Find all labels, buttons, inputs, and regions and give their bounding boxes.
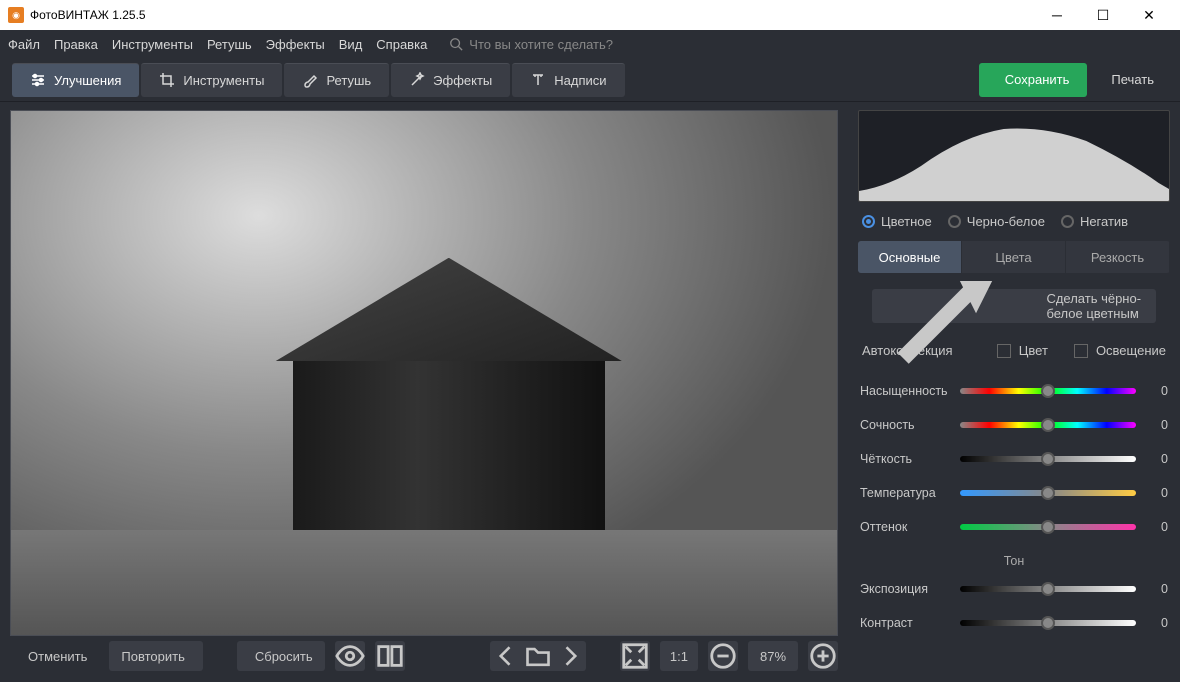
slider-exposure[interactable]: Экспозиция 0 [858,574,1170,604]
color-mode-radios: Цветное Черно-белое Негатив [858,202,1170,241]
subtab-sharpness[interactable]: Резкость [1066,241,1170,273]
window-title: ФотоВИНТАЖ 1.25.5 [30,8,1034,22]
prev-image-button[interactable] [492,643,520,669]
plus-icon [808,641,838,671]
checkbox-light[interactable] [1074,344,1088,358]
tab-retouch[interactable]: Ретушь [284,63,389,97]
preview-button[interactable] [335,641,365,671]
menu-tools[interactable]: Инструменты [112,37,193,52]
chevron-left-icon [492,642,520,670]
slider-temperature[interactable]: Температура 0 [858,478,1170,508]
adjustments-scroll: Сделать чёрно-белое цветным Автокоррекци… [858,281,1170,674]
radio-bw[interactable]: Черно-белое [948,214,1045,229]
folder-icon [524,642,552,670]
minimize-button[interactable]: ─ [1034,0,1080,30]
tab-captions[interactable]: Надписи [512,63,624,97]
reset-button[interactable]: Сбросить [237,641,325,671]
redo-button[interactable]: Повторить [109,641,202,671]
slider-contrast[interactable]: Контраст 0 [858,608,1170,638]
bottom-toolbar: Отменить Повторить Сбросить [10,636,838,676]
menubar: Файл Правка Инструменты Ретушь Эффекты В… [0,30,1180,58]
right-panel: Цветное Черно-белое Негатив Основные Цве… [848,102,1180,682]
tab-enhancements[interactable]: Улучшения [12,63,139,97]
menu-help[interactable]: Справка [376,37,427,52]
auto-label: Автокоррекция [862,343,953,358]
titlebar: ◉ ФотоВИНТАЖ 1.25.5 ─ ☐ ✕ [0,0,1180,30]
menu-retouch[interactable]: Ретушь [207,37,252,52]
tab-tools[interactable]: Инструменты [141,63,282,97]
subtab-basic[interactable]: Основные [858,241,962,273]
checkbox-color[interactable] [997,344,1011,358]
close-button[interactable]: ✕ [1126,0,1172,30]
tab-effects[interactable]: Эффекты [391,63,510,97]
search-placeholder: Что вы хотите сделать? [469,37,613,52]
eye-icon [335,641,365,671]
crop-icon [159,72,175,88]
compare-button[interactable] [375,641,405,671]
zoom-out-button[interactable] [708,641,738,671]
chevron-right-icon [556,642,584,670]
image-canvas[interactable] [10,110,838,636]
browse-button[interactable] [524,643,552,669]
sliders-icon [30,72,46,88]
search-icon [449,37,463,51]
nav-group [490,641,586,671]
brush-icon [302,72,318,88]
fit-icon [620,641,650,671]
slider-saturation[interactable]: Насыщенность 0 [858,376,1170,406]
auto-correction-row: Автокоррекция Цвет Освещение [858,335,1170,372]
text-icon [530,72,546,88]
fit-screen-button[interactable] [620,641,650,671]
colorize-button[interactable]: Сделать чёрно-белое цветным [872,289,1156,323]
menu-search[interactable]: Что вы хотите сделать? [449,37,613,52]
undo-button[interactable]: Отменить [10,641,99,671]
minus-icon [708,641,738,671]
radio-color[interactable]: Цветное [862,214,932,229]
menu-view[interactable]: Вид [339,37,363,52]
print-button[interactable]: Печать [1089,63,1168,97]
wand-icon [409,72,425,88]
subtab-colors[interactable]: Цвета [962,241,1066,273]
maximize-button[interactable]: ☐ [1080,0,1126,30]
adjustment-tabs: Основные Цвета Резкость [858,241,1170,273]
save-button[interactable]: Сохранить [979,63,1088,97]
slider-clarity[interactable]: Чёткость 0 [858,444,1170,474]
compare-icon [375,641,405,671]
app-icon: ◉ [8,7,24,23]
zoom-in-button[interactable] [808,641,838,671]
tone-section-label: Тон [858,546,1170,570]
radio-negative[interactable]: Негатив [1061,214,1128,229]
histogram[interactable] [858,110,1170,202]
menu-file[interactable]: Файл [8,37,40,52]
zoom-1to1-button[interactable]: 1:1 [660,641,698,671]
main-toolbar: Улучшения Инструменты Ретушь Эффекты Над… [0,58,1180,102]
slider-vibrance[interactable]: Сочность 0 [858,410,1170,440]
next-image-button[interactable] [556,643,584,669]
menu-effects[interactable]: Эффекты [266,37,325,52]
menu-edit[interactable]: Правка [54,37,98,52]
slider-tint[interactable]: Оттенок 0 [858,512,1170,542]
zoom-level[interactable]: 87% [748,641,798,671]
